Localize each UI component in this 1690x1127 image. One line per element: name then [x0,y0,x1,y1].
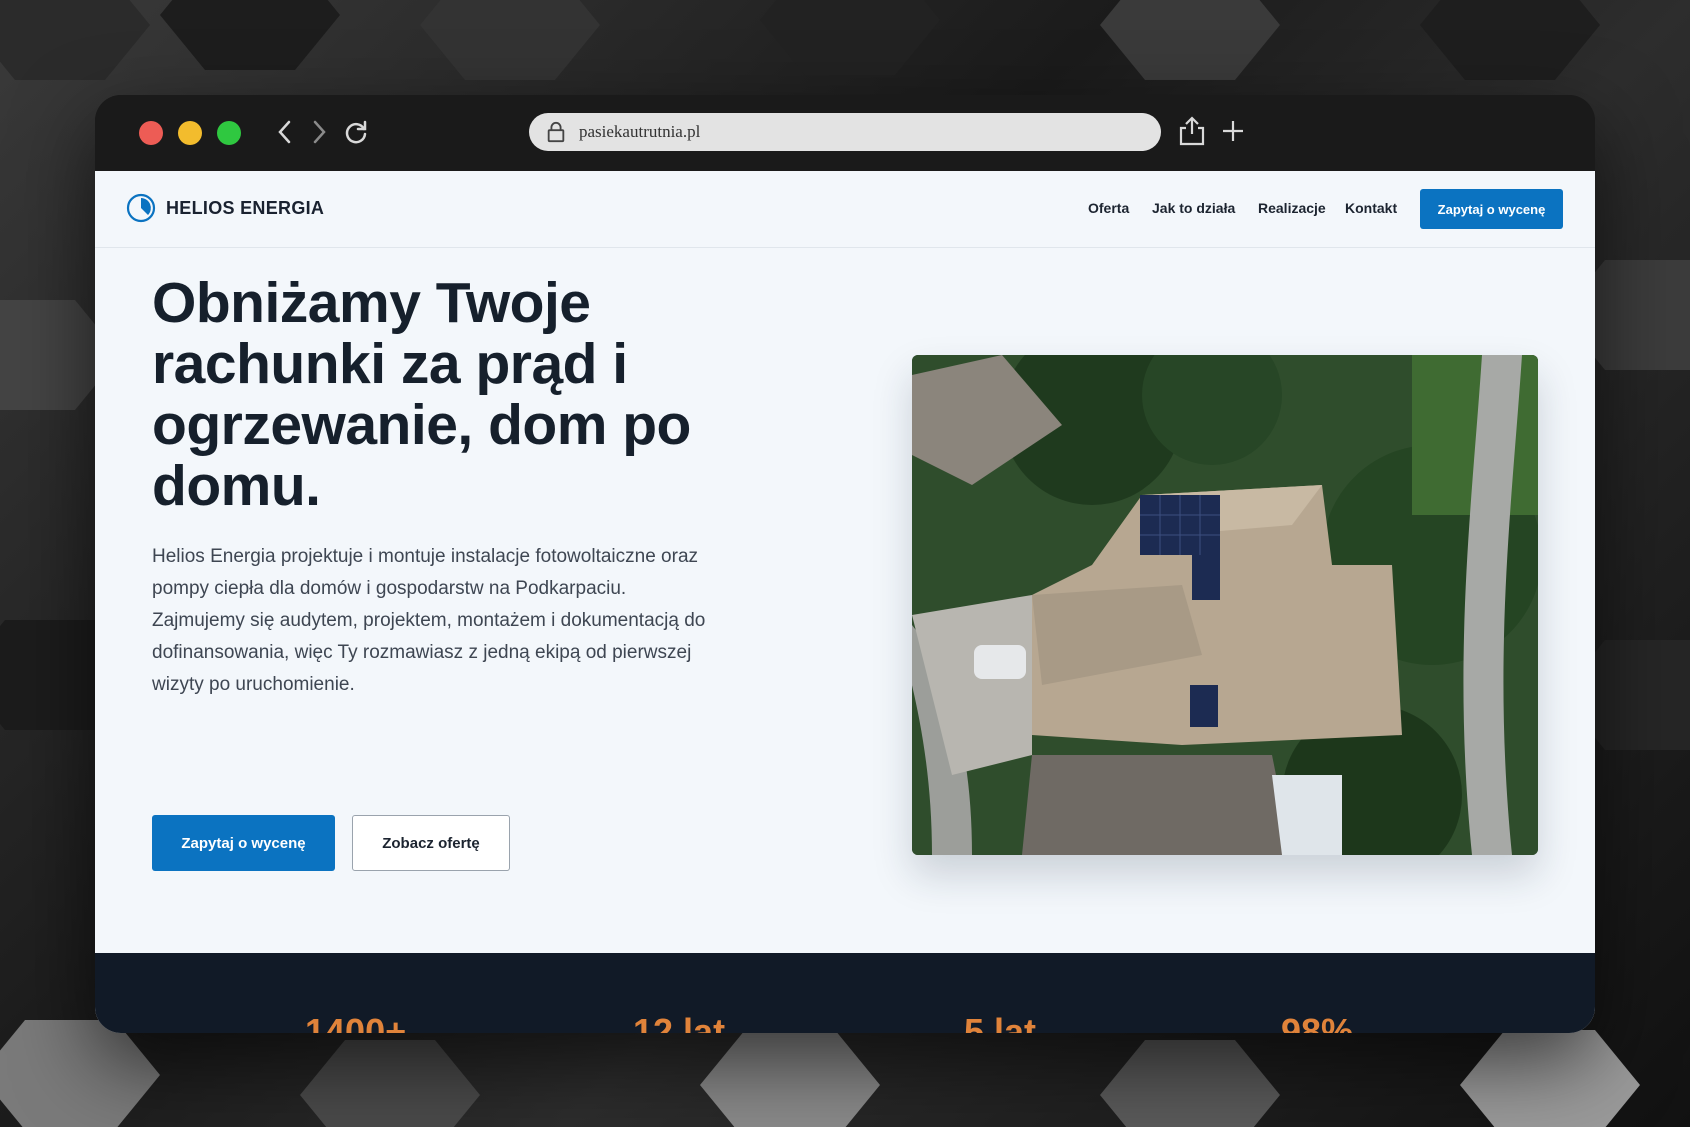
quote-button[interactable]: Zapytaj o wycenę [152,815,335,871]
hero-description: Helios Energia projektuje i montuje inst… [152,546,706,695]
brand-name: HELIOS ENERGIA [166,197,325,218]
hero-title: Obniżamy Twoje rachunki za prąd i ogrzew… [152,271,691,518]
lock-icon [547,121,565,143]
browser-toolbar: pasiekautrutnia.pl [95,95,1595,171]
close-window-button[interactable] [139,121,163,145]
see-offer-button[interactable]: Zobacz ofertę [352,815,510,871]
nav-link-kontakt[interactable]: Kontakt [1345,200,1397,216]
plus-icon[interactable] [1219,117,1247,152]
web-page: HELIOS ENERGIA Oferta Jak to działa Real… [95,171,1595,1033]
brand-logo[interactable]: HELIOS ENERGIA [126,193,324,223]
stat-satisfaction: 98% [1281,1011,1354,1033]
minimize-window-button[interactable] [178,121,202,145]
chevron-right-icon[interactable] [309,117,329,154]
reload-icon[interactable] [341,117,371,154]
nav-link-oferta[interactable]: Oferta [1088,200,1129,216]
chevron-left-icon[interactable] [275,117,295,154]
stats-band: 1400+ 12 lat 5 lat 98% [95,953,1595,1033]
site-header: HELIOS ENERGIA Oferta Jak to działa Real… [95,171,1595,248]
sun-logo-icon [126,193,156,223]
maximize-window-button[interactable] [217,121,241,145]
nav-link-jak-to-dziala[interactable]: Jak to działa [1152,200,1235,216]
share-icon[interactable] [1177,115,1207,154]
address-bar[interactable]: pasiekautrutnia.pl [529,113,1161,151]
nav-link-realizacje[interactable]: Realizacje [1258,200,1326,216]
stat-installations: 1400+ [305,1011,407,1033]
url-text: pasiekautrutnia.pl [579,122,701,141]
nav-quote-button[interactable]: Zapytaj o wycenę [1420,189,1563,229]
browser-window: pasiekautrutnia.pl HELIOS ENERGIA Oferta… [95,95,1595,1033]
hero-image-aerial-solar-roof [912,355,1538,855]
stat-warranty: 5 lat [964,1011,1037,1033]
stat-years: 12 lat [633,1011,726,1033]
